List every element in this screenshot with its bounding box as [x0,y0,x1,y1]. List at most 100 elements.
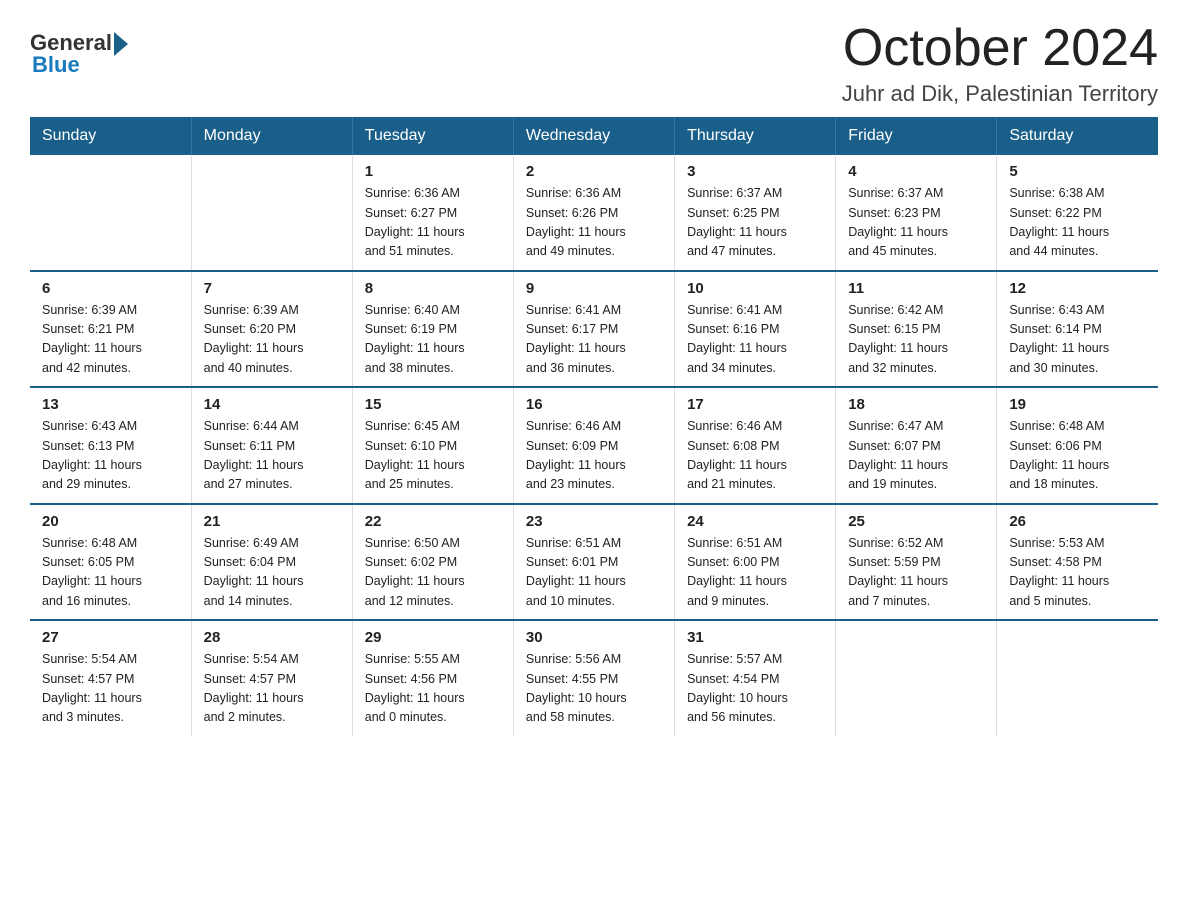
page-header: General Blue October 2024 Juhr ad Dik, P… [30,20,1158,107]
calendar-week-row: 27 Sunrise: 5:54 AM Sunset: 4:57 PM Dayli… [30,620,1158,736]
day-info: Sunrise: 6:48 AM Sunset: 6:05 PM Dayligh… [42,534,179,612]
day-number: 29 [365,629,501,646]
day-info: Sunrise: 6:39 AM Sunset: 6:20 PM Dayligh… [204,301,340,379]
col-header-saturday: Saturday [997,117,1158,155]
month-year-title: October 2024 [842,20,1158,77]
day-number: 21 [204,513,340,530]
calendar-cell: 15 Sunrise: 6:45 AM Sunset: 6:10 PM Dayli… [352,387,513,504]
day-number: 10 [687,280,823,297]
calendar-cell: 6Sunrise: 6:39 AM Sunset: 6:21 PM Daylig… [30,271,191,388]
day-info: Sunrise: 6:46 AM Sunset: 6:09 PM Dayligh… [526,417,662,495]
calendar-cell: 7 Sunrise: 6:39 AM Sunset: 6:20 PM Daylig… [191,271,352,388]
day-number: 22 [365,513,501,530]
day-info: Sunrise: 6:36 AM Sunset: 6:26 PM Dayligh… [526,184,662,262]
day-info: Sunrise: 6:50 AM Sunset: 6:02 PM Dayligh… [365,534,501,612]
day-number: 20 [42,513,179,530]
calendar-week-row: 13 Sunrise: 6:43 AM Sunset: 6:13 PM Dayli… [30,387,1158,504]
day-info: Sunrise: 6:43 AM Sunset: 6:13 PM Dayligh… [42,417,179,495]
day-number: 11 [848,280,984,297]
day-info: Sunrise: 6:44 AM Sunset: 6:11 PM Dayligh… [204,417,340,495]
calendar-cell: 17Sunrise: 6:46 AM Sunset: 6:08 PM Dayli… [675,387,836,504]
day-number: 31 [687,629,823,646]
day-number: 25 [848,513,984,530]
day-info: Sunrise: 6:51 AM Sunset: 6:00 PM Dayligh… [687,534,823,612]
calendar-week-row: 6Sunrise: 6:39 AM Sunset: 6:21 PM Daylig… [30,271,1158,388]
day-number: 30 [526,629,662,646]
calendar-cell [30,155,191,271]
day-number: 5 [1009,163,1146,180]
calendar-cell: 26Sunrise: 5:53 AM Sunset: 4:58 PM Dayli… [997,504,1158,621]
logo-arrow-icon [114,32,128,56]
day-number: 14 [204,396,340,413]
logo-blue-text: Blue [32,52,128,78]
day-info: Sunrise: 6:37 AM Sunset: 6:25 PM Dayligh… [687,184,823,262]
col-header-thursday: Thursday [675,117,836,155]
day-number: 9 [526,280,662,297]
day-number: 19 [1009,396,1146,413]
day-info: Sunrise: 5:54 AM Sunset: 4:57 PM Dayligh… [204,650,340,728]
calendar-cell: 28 Sunrise: 5:54 AM Sunset: 4:57 PM Dayli… [191,620,352,736]
day-info: Sunrise: 6:47 AM Sunset: 6:07 PM Dayligh… [848,417,984,495]
calendar-cell: 13 Sunrise: 6:43 AM Sunset: 6:13 PM Dayli… [30,387,191,504]
day-number: 2 [526,163,662,180]
title-block: October 2024 Juhr ad Dik, Palestinian Te… [842,20,1158,107]
calendar-cell: 11 Sunrise: 6:42 AM Sunset: 6:15 PM Dayli… [836,271,997,388]
day-info: Sunrise: 6:48 AM Sunset: 6:06 PM Dayligh… [1009,417,1146,495]
day-info: Sunrise: 5:55 AM Sunset: 4:56 PM Dayligh… [365,650,501,728]
day-number: 4 [848,163,984,180]
calendar-cell: 4 Sunrise: 6:37 AM Sunset: 6:23 PM Daylig… [836,155,997,271]
calendar-cell: 19 Sunrise: 6:48 AM Sunset: 6:06 PM Dayli… [997,387,1158,504]
day-info: Sunrise: 6:42 AM Sunset: 6:15 PM Dayligh… [848,301,984,379]
col-header-monday: Monday [191,117,352,155]
day-info: Sunrise: 5:56 AM Sunset: 4:55 PM Dayligh… [526,650,662,728]
day-number: 28 [204,629,340,646]
calendar-cell: 1 Sunrise: 6:36 AM Sunset: 6:27 PM Daylig… [352,155,513,271]
day-number: 26 [1009,513,1146,530]
day-number: 24 [687,513,823,530]
day-number: 12 [1009,280,1146,297]
calendar-cell: 8 Sunrise: 6:40 AM Sunset: 6:19 PM Daylig… [352,271,513,388]
day-info: Sunrise: 6:52 AM Sunset: 5:59 PM Dayligh… [848,534,984,612]
day-number: 8 [365,280,501,297]
calendar-table: SundayMondayTuesdayWednesdayThursdayFrid… [30,117,1158,736]
day-number: 18 [848,396,984,413]
day-info: Sunrise: 6:40 AM Sunset: 6:19 PM Dayligh… [365,301,501,379]
location-subtitle: Juhr ad Dik, Palestinian Territory [842,81,1158,107]
day-info: Sunrise: 6:37 AM Sunset: 6:23 PM Dayligh… [848,184,984,262]
col-header-wednesday: Wednesday [513,117,674,155]
day-number: 7 [204,280,340,297]
day-info: Sunrise: 6:41 AM Sunset: 6:16 PM Dayligh… [687,301,823,379]
calendar-cell: 31Sunrise: 5:57 AM Sunset: 4:54 PM Dayli… [675,620,836,736]
day-info: Sunrise: 6:45 AM Sunset: 6:10 PM Dayligh… [365,417,501,495]
calendar-cell: 16 Sunrise: 6:46 AM Sunset: 6:09 PM Dayli… [513,387,674,504]
calendar-cell [997,620,1158,736]
calendar-cell: 18 Sunrise: 6:47 AM Sunset: 6:07 PM Dayli… [836,387,997,504]
day-info: Sunrise: 5:54 AM Sunset: 4:57 PM Dayligh… [42,650,179,728]
day-info: Sunrise: 6:36 AM Sunset: 6:27 PM Dayligh… [365,184,501,262]
calendar-cell: 5Sunrise: 6:38 AM Sunset: 6:22 PM Daylig… [997,155,1158,271]
calendar-cell: 21 Sunrise: 6:49 AM Sunset: 6:04 PM Dayli… [191,504,352,621]
day-number: 27 [42,629,179,646]
calendar-cell: 22 Sunrise: 6:50 AM Sunset: 6:02 PM Dayli… [352,504,513,621]
calendar-cell: 20 Sunrise: 6:48 AM Sunset: 6:05 PM Dayli… [30,504,191,621]
calendar-cell [836,620,997,736]
day-number: 13 [42,396,179,413]
calendar-cell: 30 Sunrise: 5:56 AM Sunset: 4:55 PM Dayli… [513,620,674,736]
day-number: 16 [526,396,662,413]
day-info: Sunrise: 6:43 AM Sunset: 6:14 PM Dayligh… [1009,301,1146,379]
day-number: 3 [687,163,823,180]
day-number: 15 [365,396,501,413]
day-info: Sunrise: 6:41 AM Sunset: 6:17 PM Dayligh… [526,301,662,379]
calendar-cell: 9 Sunrise: 6:41 AM Sunset: 6:17 PM Daylig… [513,271,674,388]
calendar-cell [191,155,352,271]
day-info: Sunrise: 6:49 AM Sunset: 6:04 PM Dayligh… [204,534,340,612]
calendar-week-row: 20 Sunrise: 6:48 AM Sunset: 6:05 PM Dayli… [30,504,1158,621]
day-info: Sunrise: 6:51 AM Sunset: 6:01 PM Dayligh… [526,534,662,612]
day-info: Sunrise: 6:46 AM Sunset: 6:08 PM Dayligh… [687,417,823,495]
calendar-cell: 10 Sunrise: 6:41 AM Sunset: 6:16 PM Dayli… [675,271,836,388]
calendar-cell: 12 Sunrise: 6:43 AM Sunset: 6:14 PM Dayli… [997,271,1158,388]
day-number: 23 [526,513,662,530]
col-header-sunday: Sunday [30,117,191,155]
calendar-cell: 3 Sunrise: 6:37 AM Sunset: 6:25 PM Daylig… [675,155,836,271]
day-number: 1 [365,163,501,180]
